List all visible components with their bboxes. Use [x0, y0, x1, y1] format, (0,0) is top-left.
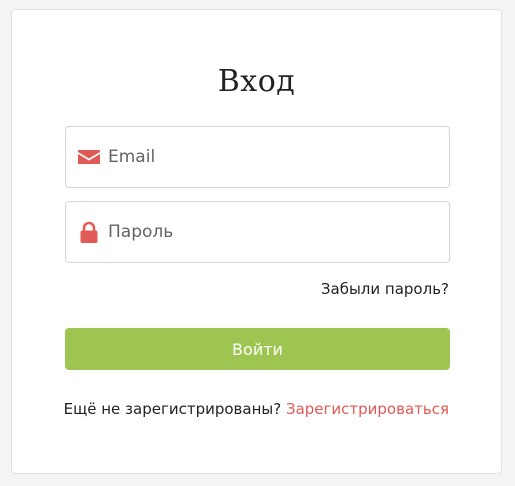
page-title: Вход — [217, 64, 296, 99]
email-input[interactable] — [108, 127, 441, 187]
lock-icon — [80, 221, 98, 243]
login-card: Вход Забыли пароль? Войти Ещё не зарегис… — [11, 9, 502, 474]
password-field[interactable] — [65, 201, 450, 263]
forgot-password-link[interactable]: Забыли пароль? — [321, 280, 449, 298]
password-input[interactable] — [108, 202, 441, 262]
envelope-icon — [78, 150, 100, 164]
email-field[interactable] — [65, 126, 450, 188]
register-link[interactable]: Зарегистрироваться — [286, 400, 449, 418]
register-prompt-text: Ещё не зарегистрированы? — [63, 400, 282, 418]
register-prompt-line: Ещё не зарегистрированы? Зарегистрироват… — [64, 400, 449, 418]
login-button[interactable]: Войти — [65, 328, 450, 370]
